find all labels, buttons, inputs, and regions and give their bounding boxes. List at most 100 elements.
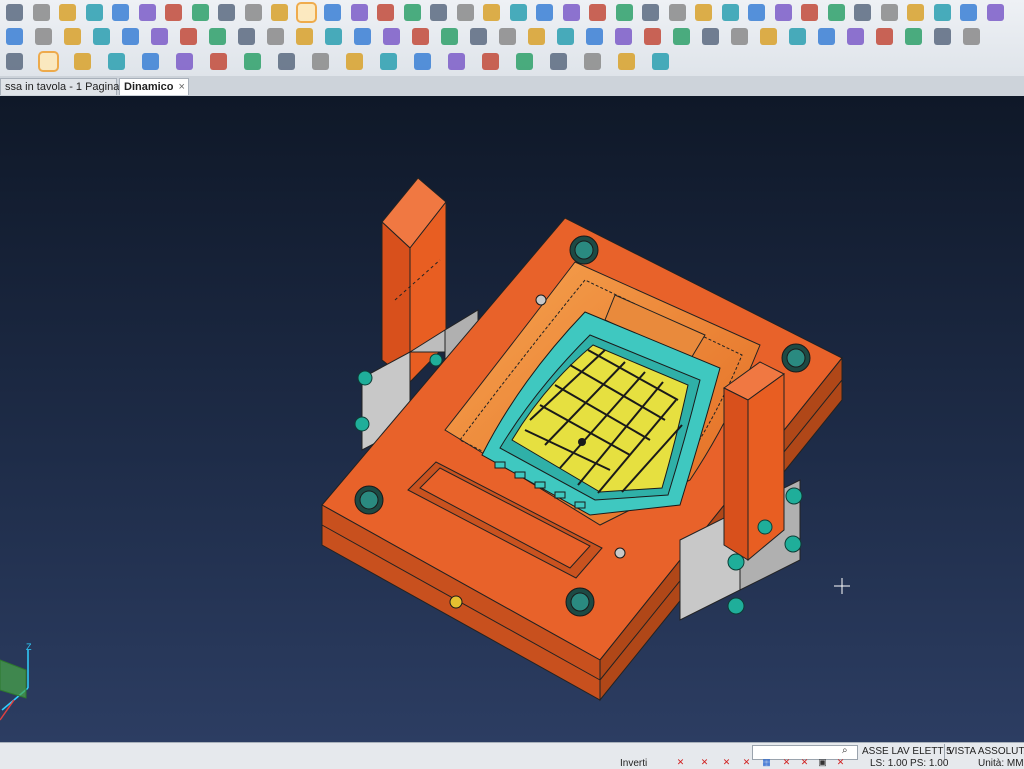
- cylinder-icon[interactable]: [244, 4, 262, 21]
- tool-icon[interactable]: [244, 53, 261, 70]
- circle-icon[interactable]: [695, 4, 712, 21]
- snap-icon[interactable]: ✕: [722, 758, 731, 767]
- solid-icon[interactable]: [789, 28, 806, 45]
- line-icon[interactable]: [827, 4, 845, 21]
- tool-icon[interactable]: [6, 4, 23, 21]
- box-icon[interactable]: [93, 28, 110, 45]
- solid-icon[interactable]: [615, 28, 632, 45]
- line-icon[interactable]: [933, 4, 951, 21]
- solid-icon[interactable]: [325, 28, 342, 45]
- circle-icon[interactable]: [615, 4, 633, 21]
- tool-icon[interactable]: [138, 4, 156, 21]
- snap-icon[interactable]: ✕: [676, 758, 685, 767]
- tool-icon[interactable]: [312, 53, 329, 70]
- tool-icon[interactable]: [38, 51, 59, 72]
- close-icon[interactable]: ×: [179, 81, 185, 93]
- tool-icon[interactable]: [59, 4, 76, 21]
- box-icon[interactable]: [122, 28, 139, 45]
- tool-icon[interactable]: [108, 53, 125, 70]
- box-icon[interactable]: [6, 28, 23, 45]
- circle-icon[interactable]: [509, 4, 527, 21]
- line-icon[interactable]: [748, 4, 765, 21]
- tool-icon[interactable]: [430, 4, 447, 21]
- cylinder-icon[interactable]: [350, 4, 368, 21]
- solid-icon[interactable]: [470, 28, 487, 45]
- snap-icon[interactable]: ✕: [742, 758, 751, 767]
- cylinder-icon[interactable]: [191, 4, 209, 21]
- line-icon[interactable]: [907, 4, 924, 21]
- tool-icon[interactable]: [142, 53, 159, 70]
- circle-icon[interactable]: [589, 4, 606, 21]
- box-icon[interactable]: [151, 28, 168, 45]
- tool-icon[interactable]: [905, 28, 922, 45]
- solid-icon[interactable]: [354, 28, 371, 45]
- line-icon[interactable]: [880, 4, 898, 21]
- solid-icon[interactable]: [702, 28, 719, 45]
- snap-icon[interactable]: ✕: [800, 758, 809, 767]
- box-icon[interactable]: [209, 28, 226, 45]
- solid-icon[interactable]: [499, 28, 516, 45]
- tool-icon[interactable]: [6, 53, 23, 70]
- box-icon[interactable]: [35, 28, 52, 45]
- circle-icon[interactable]: [721, 4, 739, 21]
- tool-icon[interactable]: [346, 53, 363, 70]
- tool-icon[interactable]: [550, 53, 567, 70]
- grid-icon[interactable]: ▦: [762, 758, 771, 767]
- tool-icon[interactable]: [74, 53, 91, 70]
- circle-icon[interactable]: [642, 4, 659, 21]
- cylinder-icon[interactable]: [324, 4, 341, 21]
- tool-icon[interactable]: [278, 53, 295, 70]
- solid-icon[interactable]: [412, 28, 429, 45]
- solid-icon[interactable]: [586, 28, 603, 45]
- tool-icon[interactable]: [85, 4, 103, 21]
- circle-icon[interactable]: [536, 4, 553, 21]
- tool-icon[interactable]: [210, 53, 227, 70]
- tool-icon[interactable]: [403, 4, 421, 21]
- tab-assembly-sheet[interactable]: ssa in tavola - 1 Pagina1: [0, 78, 125, 95]
- solid-icon[interactable]: [528, 28, 545, 45]
- box-icon[interactable]: [64, 28, 81, 45]
- tool-icon[interactable]: [963, 28, 980, 45]
- ortho-icon[interactable]: ▣: [818, 758, 827, 767]
- tab-dinamico[interactable]: Dinamico ×: [119, 78, 189, 95]
- snap-icon[interactable]: ✕: [782, 758, 791, 767]
- solid-icon[interactable]: [731, 28, 748, 45]
- tool-icon[interactable]: [934, 28, 951, 45]
- tool-icon[interactable]: [456, 4, 474, 21]
- cylinder-icon[interactable]: [377, 4, 394, 21]
- line-icon[interactable]: [774, 4, 792, 21]
- cylinder-icon[interactable]: [218, 4, 235, 21]
- solid-icon[interactable]: [818, 28, 835, 45]
- box-icon[interactable]: [180, 28, 197, 45]
- solid-icon[interactable]: [296, 28, 313, 45]
- cylinder-icon[interactable]: [271, 4, 288, 21]
- solid-icon[interactable]: [441, 28, 458, 45]
- solid-icon[interactable]: [673, 28, 690, 45]
- line-icon[interactable]: [801, 4, 818, 21]
- cylinder-icon[interactable]: [295, 2, 317, 23]
- layer-indicator[interactable]: ASSE LAV ELETT 5: [862, 746, 952, 757]
- circle-icon[interactable]: [668, 4, 686, 21]
- tool-icon[interactable]: [32, 4, 50, 21]
- solid-icon[interactable]: [644, 28, 661, 45]
- tool-icon[interactable]: [618, 53, 635, 70]
- 3d-viewport[interactable]: Z: [0, 96, 1024, 742]
- tool-icon[interactable]: [380, 53, 397, 70]
- circle-icon[interactable]: [562, 4, 580, 21]
- line-icon[interactable]: [960, 4, 977, 21]
- solid-icon[interactable]: [238, 28, 255, 45]
- solid-icon[interactable]: [847, 28, 864, 45]
- solid-icon[interactable]: [557, 28, 574, 45]
- tool-icon[interactable]: [112, 4, 129, 21]
- tool-icon[interactable]: [652, 53, 669, 70]
- tool-icon[interactable]: [584, 53, 601, 70]
- view-indicator[interactable]: VISTA ASSOLUTA: [948, 746, 1024, 757]
- tool-icon[interactable]: [482, 53, 499, 70]
- tool-icon[interactable]: [483, 4, 500, 21]
- tool-icon[interactable]: [448, 53, 465, 70]
- tool-icon[interactable]: [414, 53, 431, 70]
- snap-icon[interactable]: ✕: [836, 758, 845, 767]
- cylinder-icon[interactable]: [165, 4, 182, 21]
- snap-icon[interactable]: ✕: [700, 758, 709, 767]
- solid-icon[interactable]: [383, 28, 400, 45]
